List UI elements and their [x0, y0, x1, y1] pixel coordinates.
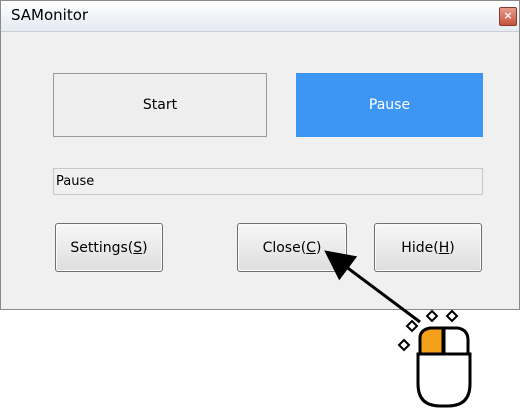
- mouse-left-click-icon: [397, 309, 472, 408]
- click-annotation: [324, 250, 472, 408]
- pointer-arrow: [324, 250, 421, 324]
